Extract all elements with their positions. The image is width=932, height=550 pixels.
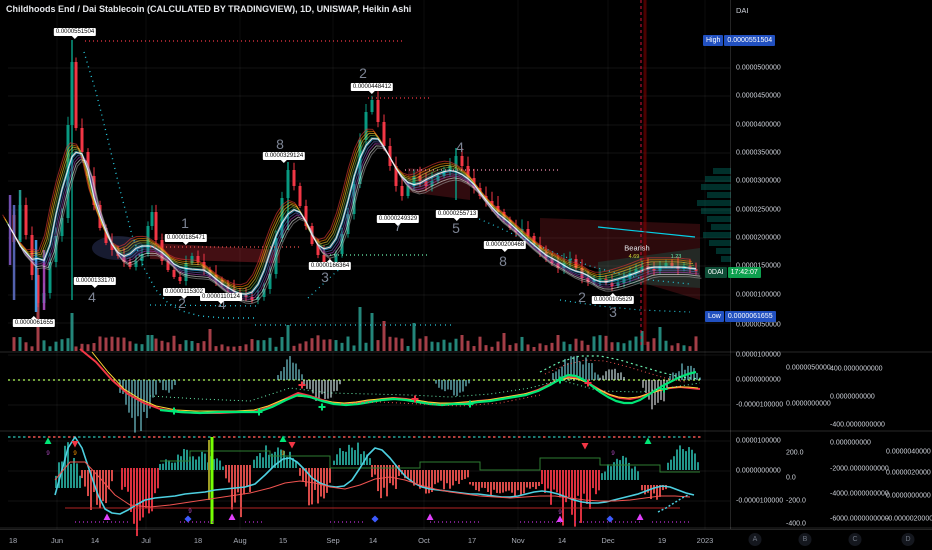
price-callout: 0.0000448412	[350, 83, 394, 94]
price-tick: 0.0000350000	[736, 149, 781, 157]
price-callout: 0.0000110124	[200, 293, 242, 304]
svg-text:9: 9	[73, 451, 77, 457]
indicator-tick: 0.0000000000	[786, 400, 831, 408]
time-label: Aug	[233, 536, 247, 545]
time-label: 14	[368, 536, 378, 545]
indicator-tick: -200.0	[786, 497, 806, 505]
time-label: 17	[467, 536, 477, 545]
countdown-symbol: 0DAI	[705, 267, 727, 278]
indicator-tick: 0.0000100000	[736, 351, 781, 359]
indicator-tick: 400.0000000000	[830, 365, 883, 373]
price-tick: 0.0000300000	[736, 177, 781, 185]
time-axis-divider	[0, 529, 932, 530]
price-tick: 0.0000450000	[736, 92, 781, 100]
price-callout: 0.0000200468	[483, 241, 527, 252]
indicator-tick: 0.0000040000	[886, 448, 931, 456]
wave-number: 2	[578, 289, 586, 305]
price-axis-symbol-label: DAI	[736, 6, 749, 15]
price-callout: 0.0000115302	[163, 288, 205, 299]
wave-number: 3	[321, 269, 329, 285]
time-label: Nov	[511, 536, 525, 545]
svg-text:9: 9	[558, 510, 562, 516]
price-callout: 0.0000255713	[435, 210, 479, 221]
price-tick: 0.0000050000	[736, 321, 781, 329]
high-badge-value: 0.0000551504	[724, 35, 776, 46]
price-tick: 0.0000500000	[736, 64, 781, 72]
price-axis-divider	[730, 0, 731, 529]
price-callout: 0.0000185471	[164, 234, 208, 245]
high-badge-label: High	[703, 35, 724, 46]
scale-button-b[interactable]: B	[798, 533, 812, 546]
countdown-timer: 17:42:07	[727, 267, 761, 278]
svg-text:1.23: 1.23	[671, 254, 682, 260]
time-label: Sep	[326, 536, 340, 545]
price-callout: 0.0000551504	[53, 28, 97, 39]
indicator-tick: 0.0000000000	[736, 467, 781, 475]
scale-button-c[interactable]: C	[848, 533, 862, 546]
wave-number: 1	[181, 215, 189, 231]
time-label: Jun	[50, 536, 64, 545]
bearish-annotation: Bearish	[624, 243, 650, 253]
time-label: Oct	[418, 536, 430, 545]
low-badge-label: Low	[705, 311, 724, 322]
wave-number: 3	[609, 304, 617, 320]
price-callout: 0.0000133170	[73, 277, 117, 288]
indicator-tick: -0.0000100000	[736, 497, 784, 505]
price-callout: 0.0000061655	[12, 316, 56, 327]
indicator-tick: -0.0000100000	[736, 401, 784, 409]
price-callout: 0.0000249329	[376, 215, 420, 226]
wave-number: 8	[499, 253, 507, 269]
price-tick: 0.0000200000	[736, 234, 781, 242]
wave-number: 4	[456, 139, 464, 155]
price-callout: 0.0000329124	[262, 152, 306, 163]
price-callout: 0.0000166364	[308, 259, 352, 270]
indicator-tick: 0.0000050000	[786, 364, 831, 372]
wave-number: 4	[88, 289, 96, 305]
indicator-tick: -0.0000020000	[886, 515, 932, 523]
svg-text:9: 9	[611, 451, 615, 457]
indicator-tick: 0.0000000000	[886, 492, 931, 500]
chart-canvas[interactable]: 9 9 9 99 94.69 1.23	[0, 0, 932, 550]
svg-text:9: 9	[188, 509, 192, 515]
price-tick: 0.0000100000	[736, 291, 781, 299]
indicator-tick: -2000.0000000000	[830, 465, 889, 473]
trading-chart-window[interactable]: 9 9 9 9 9 9 4.69 1.23 Childhoods End / Dai Stab…	[0, 0, 932, 550]
time-label: 2023	[696, 536, 714, 545]
indicator-tick: 0.0	[786, 474, 796, 482]
low-badge-value: 0.0000061655	[724, 311, 776, 322]
indicator-tick: -400.0	[786, 520, 806, 528]
indicator-tick: 200.0	[786, 449, 804, 457]
wave-number: 2	[359, 65, 367, 81]
time-label: 18	[193, 536, 203, 545]
price-tick: 0.0000250000	[736, 206, 781, 214]
low-price-badge: Low 0.0000061655	[705, 311, 776, 322]
time-label: 14	[557, 536, 567, 545]
indicator-tick: -400.0000000000	[830, 421, 885, 429]
time-label: 15	[278, 536, 288, 545]
indicator-tick: 0.0000020000	[886, 469, 931, 477]
scale-button-a[interactable]: A	[748, 533, 762, 546]
indicator-tick: 0.000000000	[830, 439, 871, 447]
time-label: Dec	[601, 536, 615, 545]
wave-number: 5	[452, 220, 460, 236]
indicator-tick: 0.0000100000	[736, 437, 781, 445]
indicator-tick: 0.0000000000	[830, 393, 875, 401]
time-label: Jul	[141, 536, 151, 545]
symbol-title: Childhoods End / Dai Stablecoin (CALCULA…	[6, 4, 412, 14]
countdown-badge: 0DAI 17:42:07	[705, 267, 761, 278]
time-label: 18	[8, 536, 18, 545]
svg-text:4.69: 4.69	[629, 254, 640, 260]
time-label: 14	[90, 536, 100, 545]
svg-text:9: 9	[46, 451, 50, 457]
wave-number: 8	[276, 136, 284, 152]
high-price-badge: High 0.0000551504	[703, 35, 776, 46]
price-tick: 0.0000400000	[736, 121, 781, 129]
indicator-tick: -6000.0000000000	[830, 515, 889, 523]
indicator-tick: -4000.0000000000	[830, 490, 889, 498]
scale-button-d[interactable]: D	[901, 533, 915, 546]
price-callout: 0.0000105629	[591, 293, 635, 304]
time-label: 19	[657, 536, 667, 545]
indicator-tick: 0.0000000000	[736, 376, 781, 384]
